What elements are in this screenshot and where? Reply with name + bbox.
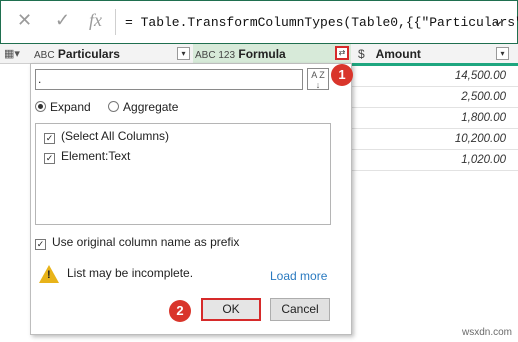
- table-cell[interactable]: 10,200.00: [352, 129, 518, 150]
- warning-icon: [39, 265, 59, 283]
- ok-button[interactable]: OK: [201, 298, 261, 321]
- expand-radio[interactable]: [35, 101, 46, 112]
- table-cell[interactable]: 1,020.00: [352, 150, 518, 171]
- amount-column: 14,500.00 2,500.00 1,800.00 10,200.00 1,…: [352, 66, 518, 171]
- any-type-icon[interactable]: ABC 123: [195, 50, 235, 61]
- sort-icon[interactable]: A Z ↓: [307, 68, 329, 90]
- expand-column-icon[interactable]: ⇄: [335, 46, 349, 60]
- load-more-link[interactable]: Load more: [270, 269, 327, 283]
- checkbox-checked-icon[interactable]: ✓: [44, 153, 55, 164]
- watermark: wsxdn.com: [461, 327, 512, 338]
- confirm-icon[interactable]: ✓: [55, 10, 70, 31]
- aggregate-radio-label[interactable]: Aggregate: [123, 100, 178, 114]
- search-input[interactable]: .: [35, 69, 303, 90]
- mode-radio-group: Expand Aggregate: [35, 100, 178, 116]
- column-header-row: ▦▾ ABC Particulars ▾ ABC 123 Formula $ A…: [0, 44, 518, 64]
- checkbox-checked-icon[interactable]: ✓: [44, 133, 55, 144]
- currency-type-icon[interactable]: $: [358, 47, 365, 61]
- warning-text: List may be incomplete.: [67, 266, 194, 281]
- table-cell[interactable]: 1,800.00: [352, 108, 518, 129]
- expand-column-panel: . A Z ↓ Expand Aggregate ✓ (Select All Co…: [30, 63, 352, 335]
- column-header-particulars[interactable]: ABC Particulars: [34, 44, 192, 64]
- text-type-icon[interactable]: ABC: [34, 50, 55, 61]
- formula-bar-controls: ✕ ✓ fx: [1, 1, 113, 43]
- table-cell[interactable]: 2,500.00: [352, 87, 518, 108]
- formula-bar-divider: [115, 9, 116, 35]
- fx-icon[interactable]: fx: [89, 10, 102, 31]
- filter-dropdown-icon[interactable]: ▾: [177, 47, 190, 60]
- list-item[interactable]: ✓ Element:Text: [44, 148, 130, 164]
- filter-dropdown-icon[interactable]: ▾: [496, 47, 509, 60]
- cancel-button[interactable]: Cancel: [270, 298, 330, 321]
- aggregate-radio[interactable]: [108, 101, 120, 112]
- formula-input[interactable]: = Table.TransformColumnTypes(Table0,{{"P…: [125, 15, 518, 30]
- prefix-option[interactable]: ✓ Use original column name as prefix: [35, 235, 239, 250]
- step-badge-1: 1: [331, 64, 353, 86]
- checkbox-checked-icon[interactable]: ✓: [35, 239, 46, 250]
- prefix-label: Use original column name as prefix: [52, 235, 240, 249]
- warning-message: List may be incomplete.: [39, 265, 193, 287]
- column-header-formula[interactable]: ABC 123 Formula: [193, 44, 351, 64]
- column-list: ✓ (Select All Columns) ✓ Element:Text: [35, 123, 331, 225]
- column-label: Particulars: [57, 47, 120, 61]
- column-header-amount[interactable]: $ Amount: [358, 44, 508, 64]
- column-label: Formula: [238, 47, 286, 61]
- table-icon[interactable]: ▦▾: [4, 44, 32, 64]
- step-badge-2: 2: [169, 300, 191, 322]
- list-item-label: Element:Text: [61, 149, 131, 163]
- cancel-icon[interactable]: ✕: [17, 10, 32, 31]
- expand-radio-label[interactable]: Expand: [50, 100, 91, 114]
- formula-bar: ✕ ✓ fx = Table.TransformColumnTypes(Tabl…: [0, 0, 518, 44]
- list-item-label: (Select All Columns): [61, 129, 170, 143]
- table-cell[interactable]: 14,500.00: [352, 66, 518, 87]
- column-label: Amount: [375, 47, 421, 61]
- list-item[interactable]: ✓ (Select All Columns): [44, 128, 169, 144]
- chevron-down-icon[interactable]: ⌄: [487, 9, 509, 33]
